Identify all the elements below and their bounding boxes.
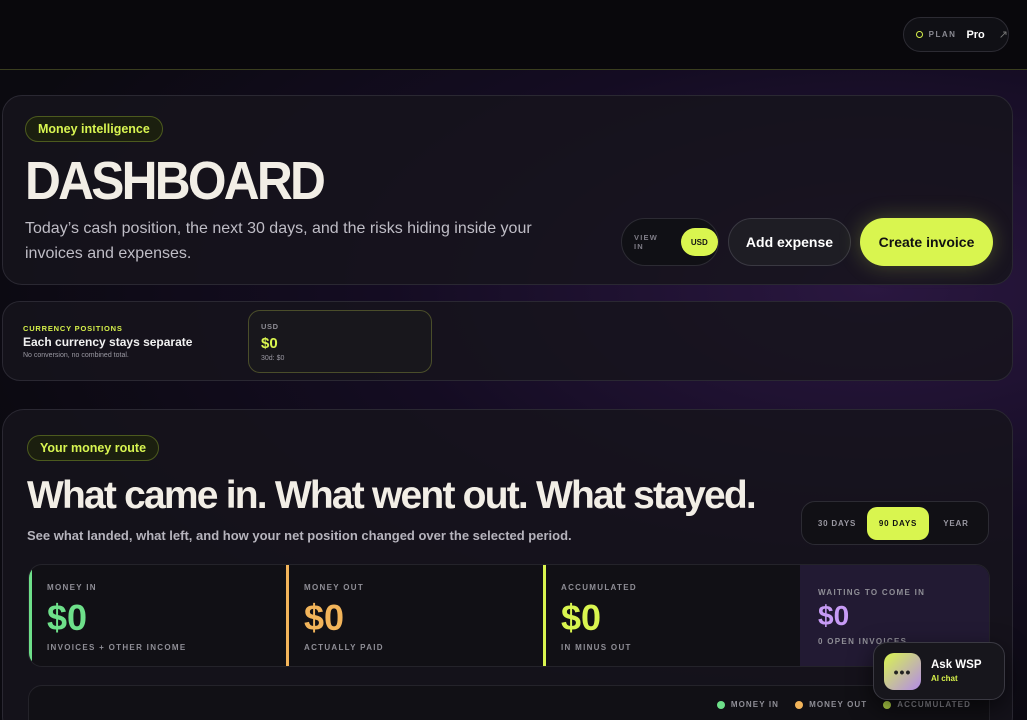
- stat-subtitle: IN MINUS OUT: [561, 643, 632, 652]
- legend-label: MONEY IN: [730, 700, 780, 709]
- currency-card-usd[interactable]: USD $0 30d: $0: [248, 310, 432, 373]
- stat-label: MONEY IN: [47, 583, 97, 592]
- stat-value: $0: [818, 600, 850, 631]
- view-in-currency-selector[interactable]: VIEW IN USD: [621, 218, 719, 266]
- hero-card: Money intelligence DASHBOARD Today’s cas…: [2, 95, 1013, 285]
- legend-dot-icon: [795, 700, 804, 709]
- stat-label: MONEY OUT: [304, 583, 365, 592]
- currency-amount: $0: [261, 335, 278, 352]
- stat-value: $0: [304, 597, 345, 638]
- stat-value: $0: [561, 597, 602, 638]
- period-30-days[interactable]: 30 DAYS: [807, 507, 867, 540]
- view-in-label: VIEW IN: [634, 233, 658, 251]
- legend-label: ACCUMULATED: [897, 700, 971, 709]
- arrow-up-right-icon: ↗: [998, 29, 1008, 41]
- period-year[interactable]: YEAR: [929, 507, 983, 540]
- add-expense-button[interactable]: Add expense: [728, 218, 851, 266]
- top-bar: PLAN Pro ↗: [0, 0, 1027, 70]
- stat-subtitle: INVOICES + OTHER INCOME: [47, 643, 187, 652]
- period-90-days[interactable]: 90 DAYS: [867, 506, 929, 540]
- stat-money-in: MONEY IN $0 INVOICES + OTHER INCOME: [29, 565, 286, 666]
- currency-subtitle: No conversion, no combined total.: [23, 352, 129, 359]
- stat-label: WAITING TO COME IN: [818, 588, 926, 597]
- stat-value: $0: [47, 597, 88, 638]
- route-description: See what landed, what left, and how your…: [27, 528, 572, 543]
- plan-status-dot-icon: [916, 31, 923, 38]
- chat-dots-icon: •••: [884, 653, 921, 690]
- plan-label: PLAN: [928, 30, 957, 39]
- plan-badge[interactable]: PLAN Pro ↗: [903, 17, 1009, 52]
- stat-subtitle: ACTUALLY PAID: [304, 643, 384, 652]
- currency-30d: 30d: $0: [261, 355, 285, 362]
- legend-label: MONEY OUT: [809, 700, 868, 709]
- hero-tag: Money intelligence: [25, 116, 163, 142]
- ask-title: Ask WSP: [931, 659, 982, 671]
- stat-accent-bar: [286, 565, 289, 666]
- stats-row: MONEY IN $0 INVOICES + OTHER INCOME MONE…: [28, 564, 990, 667]
- currency-chip-usd[interactable]: USD: [680, 228, 718, 256]
- currency-title: Each currency stays separate: [23, 335, 193, 349]
- currency-kicker: CURRENCY POSITIONS: [23, 324, 123, 333]
- stat-money-out: MONEY OUT $0 ACTUALLY PAID: [286, 565, 543, 666]
- legend-accumulated: ACCUMULATED: [883, 700, 971, 709]
- chart-legend: MONEY IN MONEY OUT ACCUMULATED: [716, 700, 971, 709]
- currency-positions-card: CURRENCY POSITIONS Each currency stays s…: [2, 301, 1013, 381]
- period-selector: 30 DAYS 90 DAYS YEAR: [801, 501, 989, 545]
- stat-label: ACCUMULATED: [561, 583, 637, 592]
- money-route-card: Your money route What came in. What went…: [2, 409, 1013, 720]
- stat-accumulated: ACCUMULATED $0 IN MINUS OUT: [543, 565, 800, 666]
- stat-accent-bar: [543, 565, 546, 666]
- legend-dot-icon: [716, 700, 725, 709]
- currency-code: USD: [261, 322, 279, 331]
- legend-dot-icon: [883, 700, 892, 709]
- ask-subtitle: AI chat: [931, 674, 958, 683]
- page-title: DASHBOARD: [25, 151, 326, 211]
- ask-wsp-chat-button[interactable]: ••• Ask WSP AI chat: [873, 642, 1005, 700]
- hero-description: Today’s cash position, the next 30 days,…: [25, 220, 532, 262]
- legend-money-out: MONEY OUT: [795, 700, 867, 709]
- route-title: What came in. What went out. What stayed…: [27, 474, 757, 517]
- plan-value: Pro: [966, 28, 985, 41]
- money-route-chart: MONEY IN MONEY OUT ACCUMULATED: [28, 685, 990, 720]
- route-tag: Your money route: [27, 435, 160, 461]
- stat-accent-bar: [29, 565, 32, 666]
- create-invoice-button[interactable]: Create invoice: [860, 218, 993, 266]
- legend-money-in: MONEY IN: [716, 700, 780, 709]
